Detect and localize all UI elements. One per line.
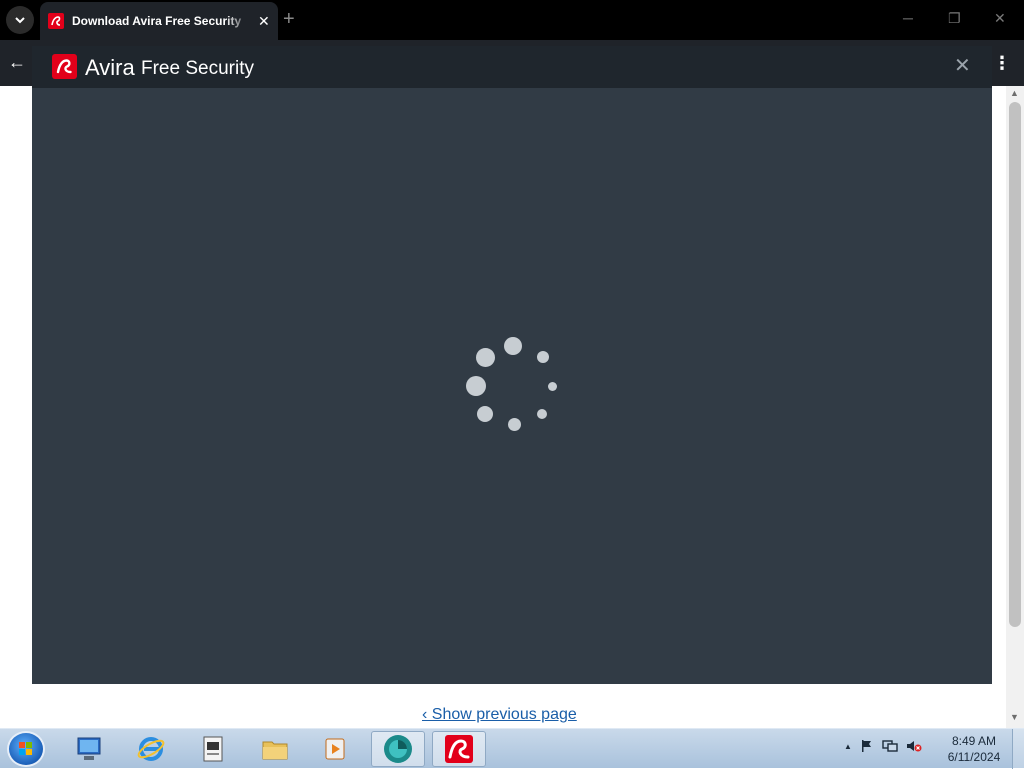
scroll-thumb[interactable] xyxy=(1009,102,1021,627)
new-tab-button[interactable]: + xyxy=(283,8,295,30)
spinner-dot xyxy=(476,348,495,367)
spinner-dot xyxy=(508,418,521,431)
product-name: Free Security xyxy=(141,58,254,79)
avira-logo-icon xyxy=(52,54,77,79)
page-scrollbar[interactable]: ▲ ▼ xyxy=(1006,86,1024,728)
windows-logo-icon xyxy=(19,742,32,755)
chevron-down-icon xyxy=(15,17,25,24)
taskbar-item-browser[interactable] xyxy=(371,731,425,767)
browser-tab-strip: Download Avira Free Security ✕ + ─ ❐ ✕ xyxy=(0,0,1024,40)
computer-icon xyxy=(77,737,101,760)
close-window-button[interactable]: ✕ xyxy=(994,10,1006,27)
tab-close-icon[interactable]: ✕ xyxy=(258,14,270,28)
ie-icon xyxy=(137,737,165,761)
spinner-dot xyxy=(466,376,486,396)
clock-date: 6/11/2024 xyxy=(947,750,1001,764)
show-previous-page-link[interactable]: ‹ Show previous page xyxy=(422,706,577,724)
scroll-down-icon[interactable]: ▼ xyxy=(1010,712,1019,722)
taskbar-item-media-player[interactable] xyxy=(308,731,362,767)
start-button[interactable] xyxy=(7,731,45,767)
show-hidden-icons-button[interactable]: ▲ xyxy=(844,742,852,751)
system-clock[interactable]: 8:49 AM 6/11/2024 xyxy=(944,733,1004,765)
taskbar: ▲ 8:49 AM 6/11/2024 xyxy=(0,728,1024,769)
back-button[interactable]: ← xyxy=(8,52,34,74)
spinner-dot xyxy=(504,337,522,355)
minimize-button[interactable]: ─ xyxy=(903,10,913,26)
tab-search-button[interactable] xyxy=(6,6,34,34)
folder-icon xyxy=(262,741,288,760)
show-desktop-button[interactable] xyxy=(1012,729,1024,769)
spinner-dot xyxy=(537,409,547,419)
system-tray: ▲ xyxy=(844,739,922,753)
browser-tab[interactable]: Download Avira Free Security ✕ xyxy=(40,2,278,40)
avira-icon xyxy=(445,735,473,763)
scroll-up-icon[interactable]: ▲ xyxy=(1010,88,1019,98)
spinner-dot xyxy=(548,382,557,391)
spinner-dot xyxy=(477,406,493,422)
installer-header: Avira Free Security ✕ xyxy=(32,46,992,88)
document-icon xyxy=(203,736,223,762)
brand-name: Avira xyxy=(85,55,135,80)
browser-icon xyxy=(384,735,412,763)
network-icon[interactable] xyxy=(882,739,898,753)
browser-menu-button[interactable]: ⋮ xyxy=(991,50,1013,76)
taskbar-item-explorer[interactable] xyxy=(62,731,116,767)
spinner-dot xyxy=(537,351,549,363)
avira-installer-window: Avira Free Security ✕ xyxy=(32,46,992,684)
volume-muted-icon[interactable] xyxy=(906,739,922,753)
tab-title: Download Avira Free Security xyxy=(72,14,242,28)
media-player-icon xyxy=(325,738,345,760)
restore-button[interactable]: ❐ xyxy=(948,10,961,27)
clock-time: 8:49 AM xyxy=(951,734,997,748)
action-center-flag-icon[interactable] xyxy=(860,739,874,753)
taskbar-item-document[interactable] xyxy=(186,731,240,767)
taskbar-item-folder[interactable] xyxy=(248,731,302,767)
taskbar-item-avira[interactable] xyxy=(432,731,486,767)
installer-close-button[interactable]: ✕ xyxy=(954,56,971,76)
avira-favicon-icon xyxy=(48,13,64,29)
taskbar-item-internet-explorer[interactable] xyxy=(124,731,178,767)
